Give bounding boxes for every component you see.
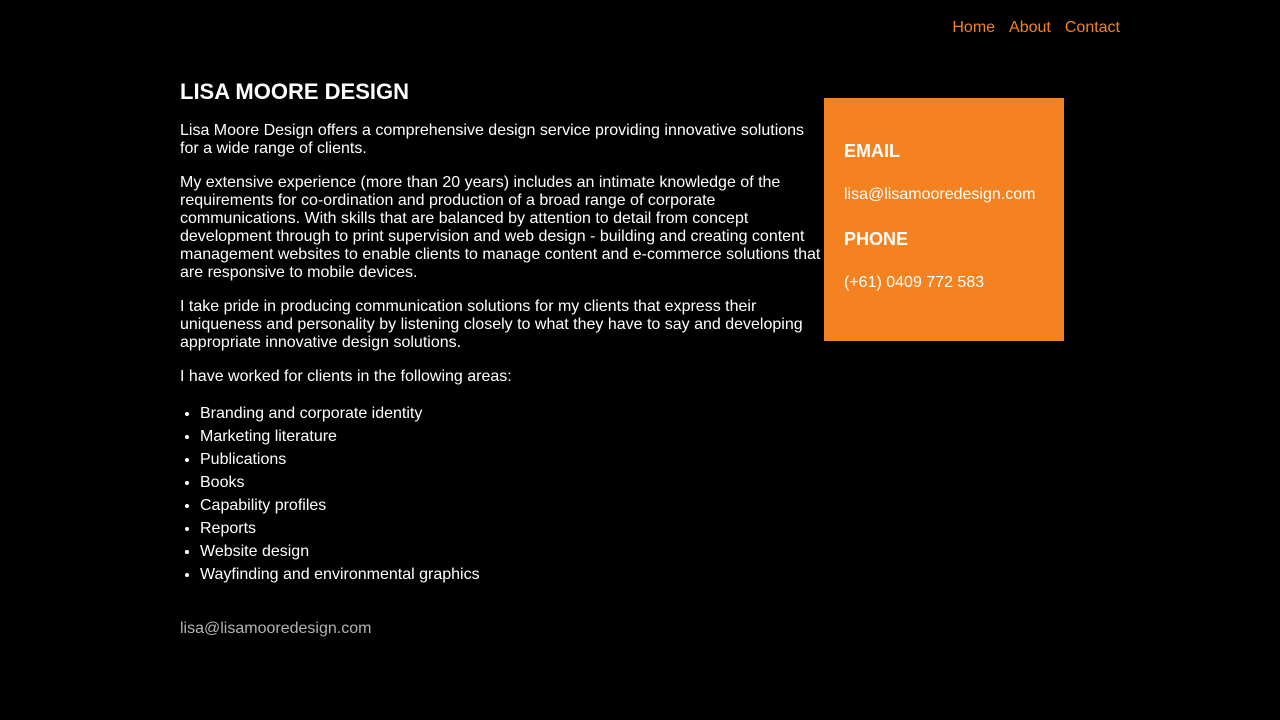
list-item: Capability profiles (200, 494, 824, 517)
clients-intro-paragraph: I have worked for clients in the followi… (180, 368, 512, 385)
email-heading: EMAIL (844, 141, 900, 161)
list-item: Branding and corporate identity (200, 402, 824, 425)
phone-number[interactable]: (+61) 0409 772 583 (844, 274, 1044, 292)
main-content: LISA MOORE DESIGN Lisa Moore Design offe… (180, 78, 824, 586)
top-nav: Home About Contact (952, 18, 1120, 38)
page-title: LISA MOORE DESIGN (180, 79, 409, 104)
pride-paragraph: I take pride in producing communication … (180, 298, 803, 351)
list-item: Website design (200, 540, 824, 563)
list-item: Wayfinding and environmental graphics (200, 563, 824, 586)
nav-link-contact[interactable]: Contact (1065, 18, 1120, 38)
nav-link-about[interactable]: About (1009, 18, 1051, 38)
email-link[interactable]: lisa@lisamooredesign.com (844, 186, 1044, 204)
footer-email-link[interactable]: lisa@lisamooredesign.com (180, 620, 371, 638)
page: Home About Contact LISA MOORE DESIGN Lis… (0, 0, 1280, 720)
experience-paragraph: My extensive experience (more than 20 ye… (180, 174, 821, 281)
contact-box: EMAIL lisa@lisamooredesign.com PHONE (+6… (824, 98, 1064, 341)
nav-link-home[interactable]: Home (952, 18, 995, 38)
list-item: Books (200, 471, 824, 494)
list-item: Marketing literature (200, 425, 824, 448)
intro-paragraph: Lisa Moore Design offers a comprehensive… (180, 122, 805, 157)
phone-heading: PHONE (844, 229, 909, 249)
list-item: Publications (200, 448, 824, 471)
services-list: Branding and corporate identity Marketin… (180, 402, 824, 586)
list-item: Reports (200, 517, 824, 540)
